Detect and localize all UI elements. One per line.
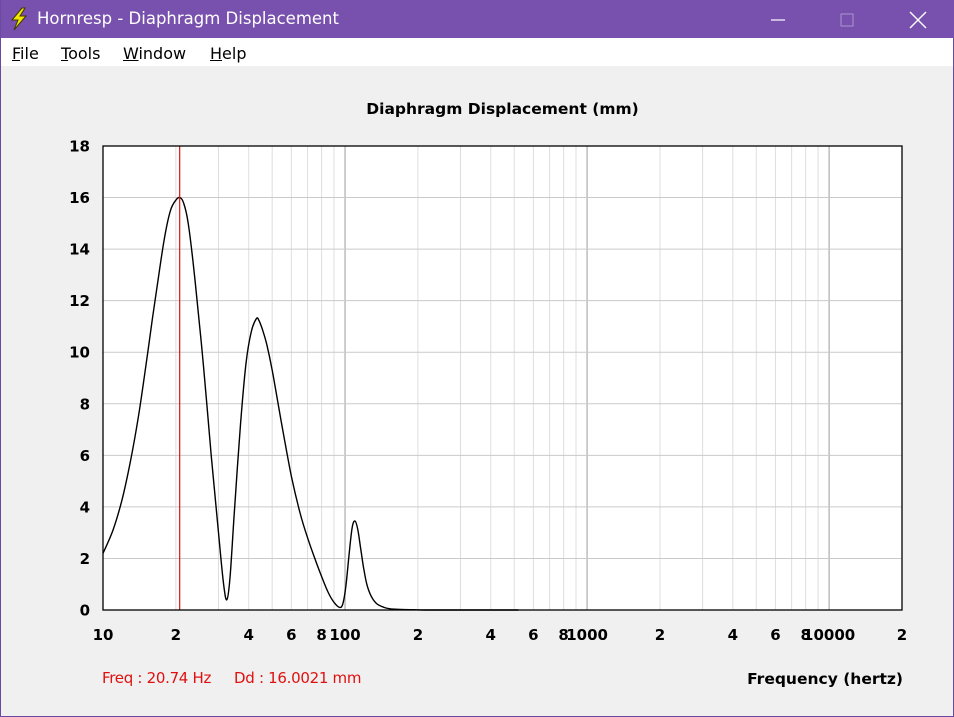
x-tick-label: 10 <box>93 626 114 644</box>
menu-file[interactable]: File <box>12 44 39 63</box>
x-tick-label: 6 <box>528 626 538 644</box>
menu-tools[interactable]: Tools <box>61 44 100 63</box>
y-tick-label: 6 <box>80 447 90 465</box>
menu-bar: File Tools Window Help <box>1 38 953 66</box>
title-bar[interactable]: Hornresp - Diaphragm Displacement <box>1 0 954 38</box>
menu-window-mnemonic: W <box>123 44 139 63</box>
x-tick-label: 10000 <box>803 626 855 644</box>
status-frequency: Freq : 20.74 Hz <box>102 669 212 687</box>
x-tick-label: 1000 <box>566 626 608 644</box>
minimize-icon <box>771 19 785 21</box>
close-icon <box>909 11 927 29</box>
menu-tools-mnemonic: T <box>61 44 69 63</box>
menu-help[interactable]: Help <box>210 44 246 63</box>
y-tick-label: 4 <box>80 498 90 516</box>
x-tick-label: 8 <box>316 626 326 644</box>
y-tick-label: 12 <box>69 292 90 310</box>
minimize-button[interactable] <box>755 0 801 38</box>
menu-window[interactable]: Window <box>123 44 186 63</box>
maximize-button[interactable] <box>824 0 870 38</box>
x-tick-label: 4 <box>244 626 254 644</box>
x-tick-label: 2 <box>413 626 423 644</box>
x-tick-label: 2 <box>171 626 181 644</box>
menu-help-label: elp <box>222 44 247 63</box>
y-tick-label: 14 <box>69 241 90 259</box>
x-tick-label: 6 <box>770 626 780 644</box>
x-tick-label: 4 <box>486 626 496 644</box>
menu-help-mnemonic: H <box>210 44 223 63</box>
y-tick-label: 0 <box>80 602 90 620</box>
x-tick-label: 2 <box>897 626 907 644</box>
y-tick-label: 16 <box>69 189 90 207</box>
x-tick-label: 100 <box>329 626 360 644</box>
x-tick-label: 2 <box>655 626 665 644</box>
lightning-bolt-icon <box>10 7 28 31</box>
y-tick-label: 8 <box>80 395 90 413</box>
y-tick-label: 18 <box>69 138 90 156</box>
menu-file-mnemonic: F <box>12 44 21 63</box>
displacement-chart[interactable]: Diaphragm Displacement (mm) 0 2 4 6 8 10 12 14 16… <box>1 66 954 716</box>
status-displacement: Dd : 16.0021 mm <box>234 669 362 687</box>
menu-file-label: ile <box>20 44 39 63</box>
app-window: Hornresp - Diaphragm Displacement File T… <box>0 0 954 717</box>
plot-background <box>103 146 902 610</box>
y-tick-label: 10 <box>69 344 90 362</box>
y-tick-label: 2 <box>80 550 90 568</box>
chart-title: Diaphragm Displacement (mm) <box>366 100 638 118</box>
close-button[interactable] <box>895 0 941 38</box>
maximize-icon <box>840 13 854 27</box>
menu-window-label: indow <box>138 44 187 63</box>
x-tick-label: 4 <box>728 626 738 644</box>
x-tick-label: 6 <box>286 626 296 644</box>
x-axis-label: Frequency (hertz) <box>747 670 903 688</box>
menu-tools-label: ools <box>68 44 101 63</box>
window-title: Hornresp - Diaphragm Displacement <box>37 9 339 28</box>
